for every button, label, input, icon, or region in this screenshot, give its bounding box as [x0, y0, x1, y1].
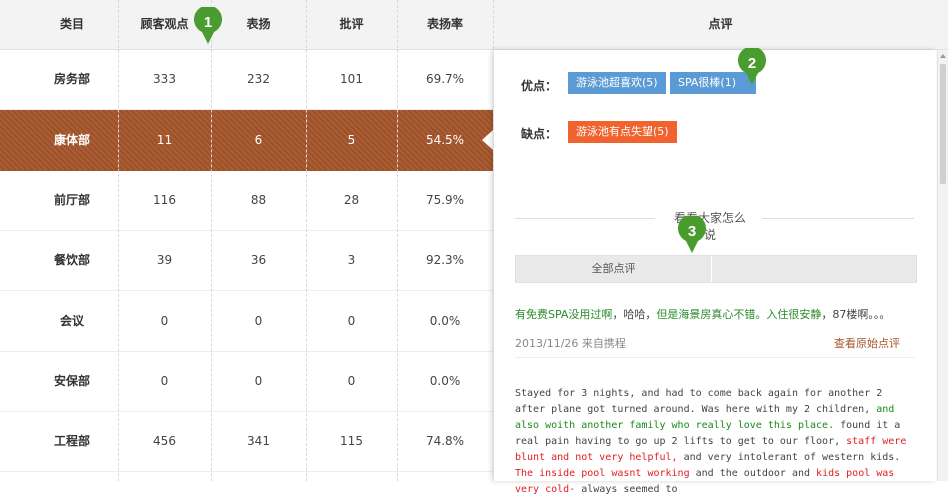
neutral-text: ，哈哈，	[612, 308, 657, 321]
neutral-text: ，87楼啊。。。	[821, 308, 891, 321]
table-header: 类目 顾客观点 表扬 批评 表扬率 点评	[0, 0, 948, 50]
review-tabs: 全部点评	[515, 255, 917, 283]
neutral-text: and the outdoor and	[689, 468, 817, 479]
scroll-thumb[interactable]	[940, 64, 946, 184]
praise-cell: 6	[254, 133, 263, 147]
opinions-cell: 456	[153, 434, 176, 448]
praise-cell: 36	[250, 253, 267, 267]
praise-cell: 341	[247, 434, 270, 448]
column-divider	[397, 0, 398, 481]
column-divider	[211, 0, 212, 481]
table-row[interactable]: 会议 0 0 0 0.0%	[0, 291, 493, 352]
review-text-english: Stayed for 3 nights, and had to come bac…	[515, 386, 915, 498]
table-row[interactable]: 餐饮部 39 36 3 92.3%	[0, 230, 493, 291]
criticism-cell: 28	[343, 193, 360, 207]
category-cell: 房务部	[53, 72, 90, 86]
category-cell: 安保部	[53, 374, 90, 388]
rate-cell: 0.0%	[429, 314, 461, 328]
panel-pointer	[482, 130, 493, 150]
rate-cell: 54.5%	[425, 133, 465, 147]
criticism-cell: 5	[347, 133, 356, 147]
column-divider	[493, 0, 494, 49]
table-row[interactable]: 房务部 333 232 101 69.7%	[0, 49, 493, 110]
review-date: 2013/11/26	[515, 337, 579, 350]
table-row[interactable]: 安保部 0 0 0 0.0%	[0, 351, 493, 412]
review-separator	[515, 357, 915, 358]
praise-cell: 0	[254, 374, 263, 388]
marker-number: 3	[688, 223, 696, 240]
review-panel: 优点： 游泳池超喜欢(5) SPA很棒(1) 缺点： 游泳池有点失望(5) 看看…	[494, 50, 936, 495]
scroll-up-arrow-icon[interactable]	[940, 54, 946, 58]
rate-cell: 69.7%	[425, 72, 465, 86]
header-praise-rate: 表扬率	[426, 17, 463, 31]
rate-cell: 0.0%	[429, 374, 461, 388]
table-row[interactable]: 前厅部 116 88 28 75.9%	[0, 170, 493, 231]
opinions-cell: 11	[156, 133, 173, 147]
section-divider	[762, 218, 914, 219]
view-original-link[interactable]: 查看原始点评	[834, 335, 900, 351]
tab-other[interactable]	[712, 256, 916, 282]
category-cell: 前厅部	[53, 193, 90, 207]
positive-text: 有免费SPA没用过啊	[515, 308, 613, 321]
neutral-text: always seemed to	[575, 484, 678, 495]
opinions-cell: 0	[160, 374, 169, 388]
opinions-cell: 0	[160, 314, 169, 328]
rate-cell: 74.8%	[425, 434, 465, 448]
criticism-cell: 0	[347, 314, 356, 328]
pros-label: 优点：	[521, 79, 558, 93]
negative-text: The inside pool wasnt working	[515, 468, 690, 479]
category-cell: 工程部	[53, 434, 90, 448]
table-row-selected[interactable]: 康体部 11 6 5 54.5%	[0, 110, 493, 171]
tab-all-reviews[interactable]: 全部点评	[516, 256, 711, 282]
marker-number: 2	[748, 55, 756, 72]
header-category: 类目	[59, 17, 84, 31]
panel-scrollbar[interactable]	[937, 50, 948, 481]
criticism-cell: 3	[347, 253, 356, 267]
neutral-text: Stayed for 3 nights, and had to come bac…	[515, 388, 883, 415]
praise-cell: 88	[250, 193, 267, 207]
criticism-cell: 101	[340, 72, 363, 86]
review-source: 来自携程	[581, 337, 626, 350]
rate-cell: 75.9%	[425, 193, 465, 207]
positive-text: 但是海景房真心不错。入住很安静	[656, 308, 822, 321]
table-row[interactable]: 工程部 456 341 115 74.8%	[0, 411, 493, 472]
marker-pin-1-icon: 1	[194, 7, 222, 44]
header-praise: 表扬	[246, 17, 271, 31]
pro-tag[interactable]: 游泳池超喜欢(5)	[568, 72, 666, 94]
opinions-cell: 39	[156, 253, 173, 267]
marker-number: 1	[204, 14, 212, 31]
header-reviews: 点评	[708, 17, 733, 31]
con-tag[interactable]: 游泳池有点失望(5)	[568, 121, 677, 143]
opinions-cell: 333	[153, 72, 176, 86]
review-text: 有免费SPA没用过啊，哈哈，但是海景房真心不错。入住很安静，87楼啊。。。	[515, 306, 915, 322]
opinions-cell: 116	[153, 193, 176, 207]
praise-cell: 0	[254, 314, 263, 328]
cons-label: 缺点：	[521, 127, 558, 141]
column-divider	[306, 0, 307, 481]
section-divider	[515, 218, 655, 219]
criticism-cell: 0	[347, 374, 356, 388]
column-divider	[118, 0, 119, 481]
rate-cell: 92.3%	[425, 253, 465, 267]
marker-pin-3-icon: 3	[678, 216, 706, 253]
header-criticism: 批评	[339, 17, 364, 31]
category-cell: 康体部	[53, 133, 90, 147]
marker-pin-2-icon: 2	[738, 48, 766, 85]
criticism-cell: 115	[340, 434, 363, 448]
neutral-text: and very intolerant of western kids.	[677, 452, 901, 463]
category-cell: 会议	[59, 314, 84, 328]
category-cell: 餐饮部	[53, 253, 90, 267]
praise-cell: 232	[247, 72, 270, 86]
